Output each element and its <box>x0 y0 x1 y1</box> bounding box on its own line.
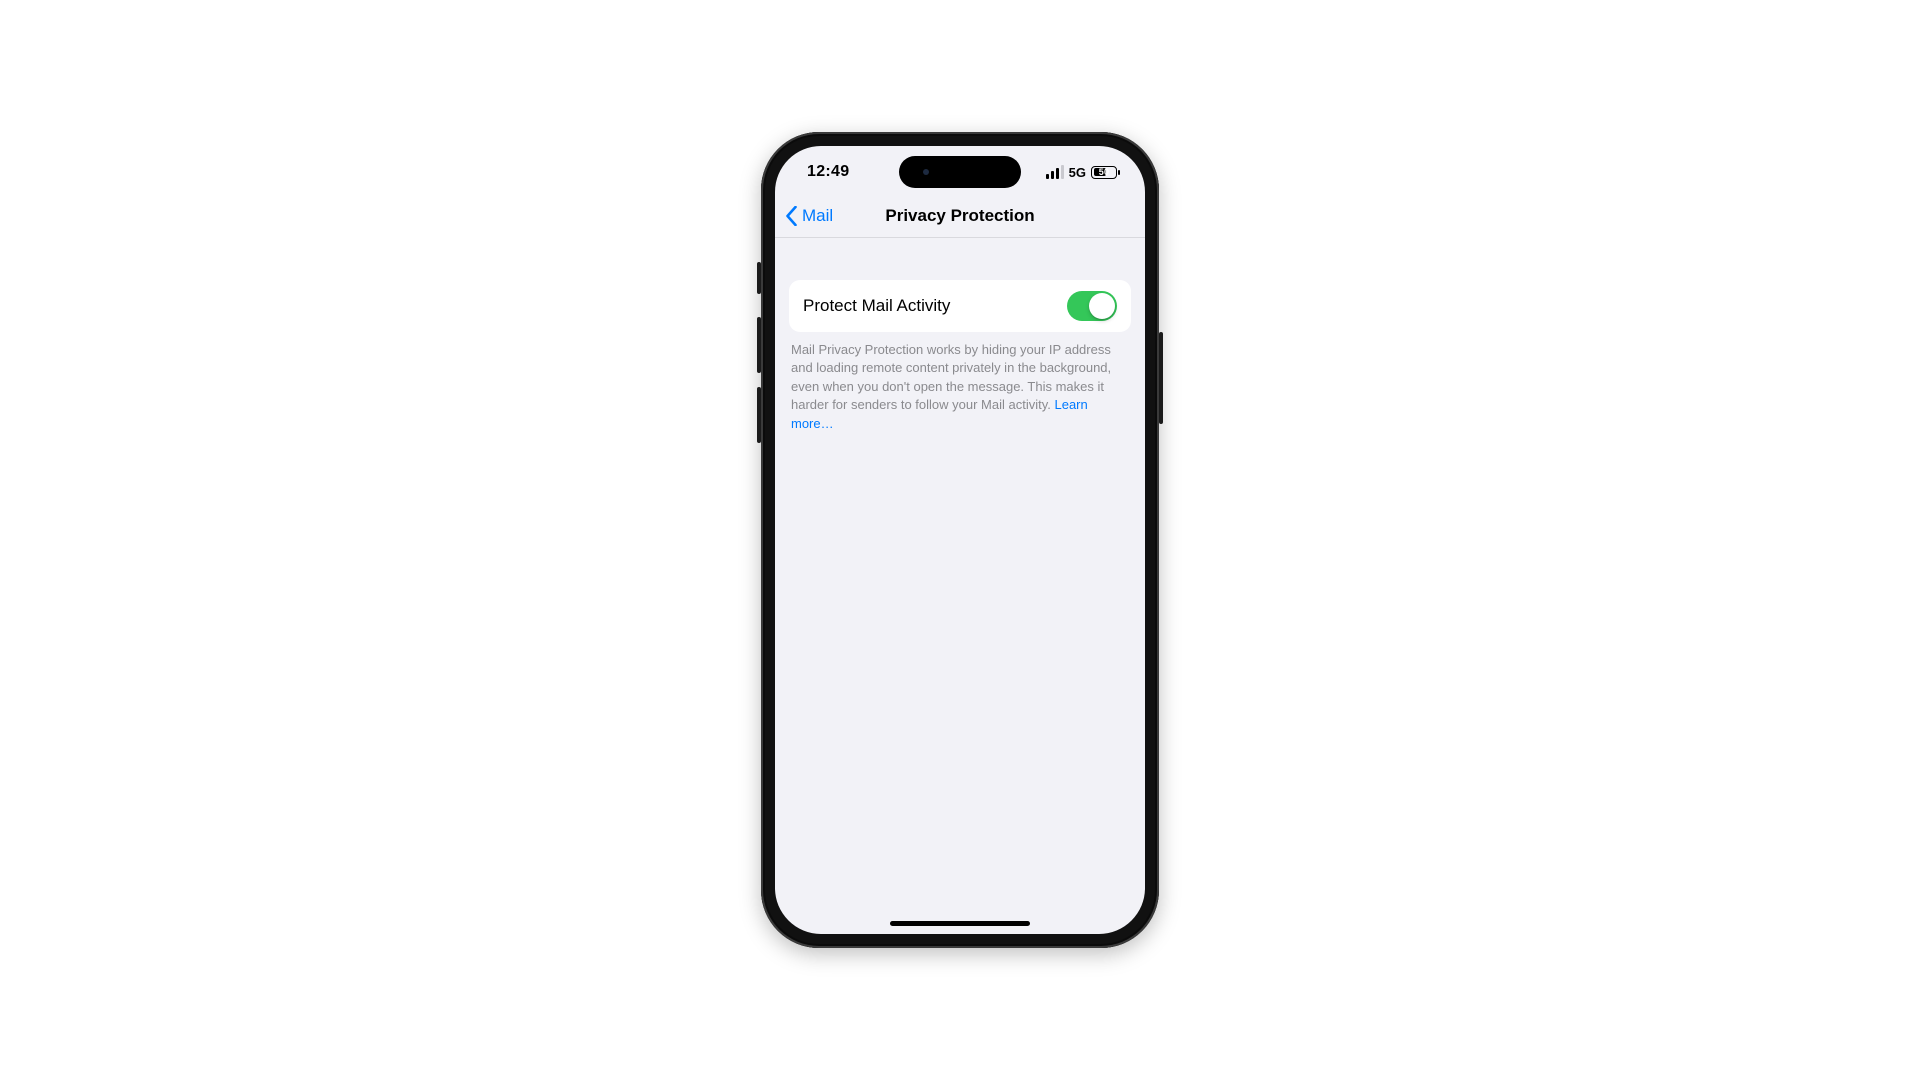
network-label: 5G <box>1069 165 1086 180</box>
battery-icon: 50 <box>1091 166 1117 179</box>
back-label: Mail <box>802 206 833 226</box>
battery-percent: 50 <box>1092 166 1116 178</box>
silence-switch <box>757 262 761 294</box>
home-indicator[interactable] <box>890 921 1030 926</box>
back-button[interactable]: Mail <box>785 194 833 237</box>
cellular-signal-icon <box>1046 165 1064 179</box>
settings-group: Protect Mail Activity <box>789 280 1131 332</box>
phone-frame: 12:49 5G 50 Mail Privacy Protection <box>761 132 1159 948</box>
screen: 12:49 5G 50 Mail Privacy Protection <box>775 146 1145 934</box>
page-title: Privacy Protection <box>885 206 1034 226</box>
protect-mail-activity-toggle[interactable] <box>1067 291 1117 321</box>
content-area: Protect Mail Activity Mail Privacy Prote… <box>775 238 1145 934</box>
front-camera-icon <box>923 169 929 175</box>
protect-mail-activity-row: Protect Mail Activity <box>789 280 1131 332</box>
privacy-footnote: Mail Privacy Protection works by hiding … <box>791 341 1129 433</box>
status-right: 5G 50 <box>1046 161 1117 180</box>
protect-mail-activity-label: Protect Mail Activity <box>803 296 950 316</box>
volume-down-button <box>757 387 761 443</box>
dynamic-island <box>899 156 1021 188</box>
status-time: 12:49 <box>807 159 849 181</box>
nav-bar: Mail Privacy Protection <box>775 194 1145 238</box>
toggle-knob <box>1089 293 1115 319</box>
chevron-left-icon <box>785 206 798 226</box>
power-button <box>1159 332 1163 424</box>
volume-up-button <box>757 317 761 373</box>
